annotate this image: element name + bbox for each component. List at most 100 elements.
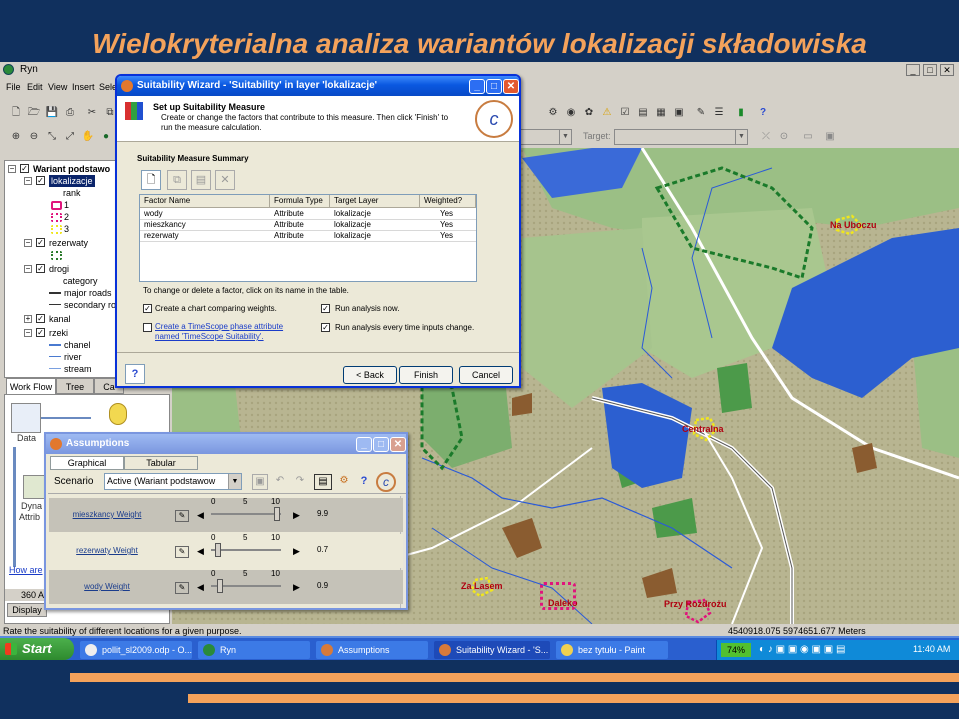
menu-insert[interactable]: Insert <box>72 82 95 92</box>
warning-icon[interactable]: ⚠ <box>599 105 615 121</box>
pencil-icon[interactable]: ✎ <box>693 105 709 121</box>
tab-display[interactable]: Display <box>7 603 47 617</box>
copy-factor-icon[interactable]: ⧉ <box>167 170 187 190</box>
assumptions-maximize-button[interactable]: □ <box>373 437 389 452</box>
tool-b-icon[interactable]: ◉ <box>563 105 579 121</box>
tool-g-icon[interactable]: ⤫ <box>758 129 774 145</box>
close-button[interactable]: ✕ <box>940 64 954 76</box>
taskbar-item-ryn[interactable]: Ryn <box>198 641 310 659</box>
slider-label-rezerwaty[interactable]: rezerwaty Weight <box>49 546 165 555</box>
column-header[interactable]: Factor Name <box>140 195 270 208</box>
chart-weights-checkbox[interactable]: ✓ <box>143 304 152 313</box>
slider-right-arrow-icon[interactable]: ▶ <box>293 582 300 593</box>
table-row[interactable]: mieszkancy Attribute lokalizacje Yes <box>140 220 476 231</box>
new-icon[interactable]: 🗋 <box>8 105 24 121</box>
slider-left-arrow-icon[interactable]: ◀ <box>197 546 204 557</box>
slider-track-rezerwaty[interactable]: 0 5 10 <box>211 533 281 557</box>
tool-a-icon[interactable]: ⚙ <box>545 105 561 121</box>
delete-factor-icon[interactable]: ✕ <box>215 170 235 190</box>
fixed-zoom-out-icon[interactable]: ⤢ <box>62 129 78 145</box>
toc-layer-rezerwaty[interactable]: rezerwaty <box>49 237 88 249</box>
taskbar-item-wizard[interactable]: Suitability Wizard - 'S... <box>434 641 550 659</box>
start-button[interactable]: Start <box>0 638 74 660</box>
wizard-minimize-button[interactable]: _ <box>469 79 485 94</box>
slider-thumb-mieszkancy[interactable] <box>274 507 281 521</box>
data-node-icon[interactable] <box>11 403 41 433</box>
assumptions-minimize-button[interactable]: _ <box>356 437 372 452</box>
menu-view[interactable]: View <box>48 82 67 92</box>
timescope-label[interactable]: Create a TimeScope phase attribute named… <box>155 322 295 342</box>
properties-icon[interactable]: ▤ <box>314 474 332 490</box>
menu-file[interactable]: File <box>6 82 21 92</box>
settings-icon[interactable]: ⚙ <box>336 474 352 490</box>
help-icon[interactable]: ? <box>755 105 771 121</box>
toc-layer-rzeki[interactable]: rzeki <box>49 327 68 339</box>
wizard-maximize-button[interactable]: □ <box>486 79 502 94</box>
open-icon[interactable]: 🗁 <box>26 105 42 121</box>
undo-icon[interactable]: ↶ <box>272 474 288 490</box>
tab-tabular[interactable]: Tabular <box>124 456 198 470</box>
column-header[interactable]: Target Layer <box>330 195 420 208</box>
slider-right-arrow-icon[interactable]: ▶ <box>293 546 300 557</box>
target-combo[interactable]: ▼ <box>614 129 748 145</box>
maximize-button[interactable]: □ <box>923 64 937 76</box>
how-are-link[interactable]: How are <box>9 565 43 575</box>
fixed-zoom-in-icon[interactable]: ⤡ <box>44 129 60 145</box>
tool-h-icon[interactable]: ⊙ <box>776 129 792 145</box>
edit-factor-icon[interactable]: ▤ <box>191 170 211 190</box>
zoom-in-icon[interactable]: ⊕ <box>8 129 24 145</box>
assumptions-help-icon[interactable]: ? <box>356 474 372 490</box>
slider-settings-icon[interactable]: ✎ <box>175 546 189 558</box>
taskbar-item-paint[interactable]: bez tytułu - Paint <box>556 641 668 659</box>
tool-d-icon[interactable]: ▤ <box>635 105 651 121</box>
full-extent-icon[interactable]: ● <box>98 129 114 145</box>
tab-work-flow[interactable]: Work Flow <box>6 378 56 394</box>
slider-label-mieszkancy[interactable]: mieszkancy Weight <box>49 510 165 519</box>
tool-e-icon[interactable]: ▦ <box>653 105 669 121</box>
tab-graphical[interactable]: Graphical <box>50 456 124 470</box>
toc-layer-drogi[interactable]: drogi <box>49 263 69 275</box>
table-row[interactable]: wody Attribute lokalizacje Yes <box>140 209 476 220</box>
cut-icon[interactable]: ✂ <box>84 105 100 121</box>
slider-track-mieszkancy[interactable]: 0 5 10 <box>211 497 281 521</box>
scenario-select[interactable]: Active (Wariant podstawow ▼ <box>104 473 242 490</box>
toc-root[interactable]: Wariant podstawo <box>33 163 110 175</box>
column-header[interactable]: Formula Type <box>270 195 330 208</box>
battery-indicator[interactable]: 74% <box>721 643 751 657</box>
tool-j-icon[interactable]: ▣ <box>822 129 838 145</box>
slider-thumb-wody[interactable] <box>216 579 223 593</box>
slider-left-arrow-icon[interactable]: ◀ <box>197 510 204 521</box>
zoom-out-icon[interactable]: ⊖ <box>26 129 42 145</box>
slider-thumb-rezerwaty[interactable] <box>215 543 222 557</box>
taskbar-item-assumptions[interactable]: Assumptions <box>316 641 428 659</box>
column-header[interactable]: Weighted? <box>420 195 476 208</box>
toc-layer-lokalizacje[interactable]: lokalizacje <box>49 175 95 187</box>
slider-track-wody[interactable]: 0 5 10 <box>211 569 281 593</box>
run-every-checkbox[interactable]: ✓ <box>321 323 330 332</box>
toc-layer-kanal[interactable]: kanal <box>49 313 71 325</box>
assumptions-close-button[interactable]: ✕ <box>390 437 406 452</box>
save-icon[interactable]: 💾 <box>44 105 60 121</box>
table-row[interactable]: rezerwaty Attribute lokalizacje Yes <box>140 231 476 242</box>
run-now-checkbox[interactable]: ✓ <box>321 304 330 313</box>
tool-i-icon[interactable]: ▭ <box>800 129 816 145</box>
tool-f-icon[interactable]: ▣ <box>671 105 687 121</box>
menu-edit[interactable]: Edit <box>27 82 43 92</box>
wizard-help-icon[interactable]: ? <box>125 364 145 384</box>
redo-icon[interactable]: ↷ <box>292 474 308 490</box>
tab-tree[interactable]: Tree <box>56 378 94 394</box>
wizard-close-button[interactable]: ✕ <box>503 79 519 94</box>
back-button[interactable]: < Back <box>343 366 397 384</box>
slider-right-arrow-icon[interactable]: ▶ <box>293 510 300 521</box>
new-factor-icon[interactable]: 🗋 <box>141 170 161 190</box>
finish-button[interactable]: Finish <box>399 366 453 384</box>
pan-icon[interactable]: ✋ <box>80 129 96 145</box>
chart-icon[interactable]: ▮ <box>733 105 749 121</box>
site-daleko-outline[interactable] <box>540 582 576 610</box>
list-icon[interactable]: ☰ <box>711 105 727 121</box>
slider-left-arrow-icon[interactable]: ◀ <box>197 582 204 593</box>
cancel-button[interactable]: Cancel <box>459 366 513 384</box>
print-icon[interactable]: ⎙ <box>62 105 78 121</box>
check-icon[interactable]: ☑ <box>617 105 633 121</box>
layer-combo[interactable]: ▼ <box>520 129 572 145</box>
